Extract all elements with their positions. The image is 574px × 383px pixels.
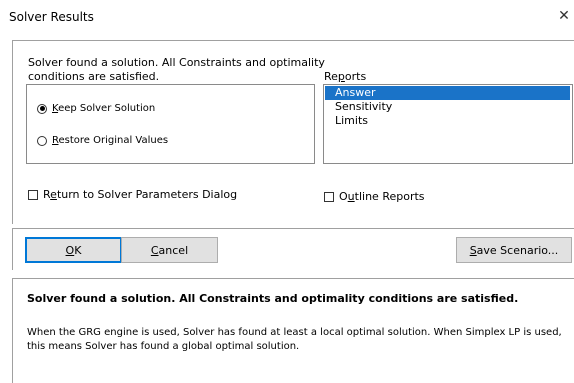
outline-reports-option[interactable]: Outline Reports: [324, 190, 425, 203]
report-item-sensitivity[interactable]: Sensitivity: [324, 100, 572, 114]
keep-solution-label: Keep Solver Solution: [52, 103, 156, 114]
radio-restore-values[interactable]: [37, 135, 47, 146]
keep-solution-option[interactable]: Keep Solver Solution: [37, 103, 155, 114]
return-to-parameters-checkbox[interactable]: [28, 189, 38, 200]
solution-options-group: Keep Solver Solution Restore Original Va…: [26, 84, 315, 164]
ok-button[interactable]: OK: [25, 237, 122, 263]
restore-values-option[interactable]: Restore Original Values: [37, 135, 168, 146]
info-heading: Solver found a solution. All Constraints…: [27, 292, 519, 305]
outline-reports-label: Outline Reports: [339, 190, 425, 203]
info-description: When the GRG engine is used, Solver has …: [27, 327, 562, 352]
close-icon[interactable]: ✕: [556, 8, 572, 24]
outline-reports-checkbox[interactable]: [324, 191, 334, 202]
window-title: Solver Results: [9, 10, 94, 24]
reports-label: Reports: [324, 70, 367, 83]
result-message: Solver found a solution. All Constraints…: [28, 56, 325, 83]
radio-selected-dot: [39, 106, 45, 111]
radio-keep-solution[interactable]: [37, 103, 47, 114]
save-scenario-button[interactable]: Save Scenario...: [456, 237, 572, 263]
report-item-limits[interactable]: Limits: [324, 114, 572, 128]
reports-listbox[interactable]: Answer Sensitivity Limits: [323, 84, 573, 164]
return-to-parameters-option[interactable]: Return to Solver Parameters Dialog: [28, 188, 237, 201]
cancel-button[interactable]: Cancel: [121, 237, 218, 263]
report-item-answer[interactable]: Answer: [325, 86, 570, 100]
return-to-parameters-label: Return to Solver Parameters Dialog: [43, 188, 238, 201]
restore-values-label: Restore Original Values: [52, 135, 169, 146]
